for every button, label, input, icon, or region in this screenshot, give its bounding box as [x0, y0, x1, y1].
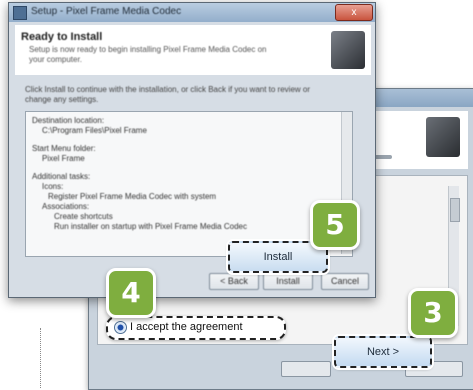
summary-text: Destination location: C:\Program Files\P… — [32, 116, 332, 232]
task-item: Register Pixel Frame Media Codec with sy… — [48, 192, 217, 201]
dest-value: C:\Program Files\Pixel Frame — [42, 126, 147, 135]
next-button[interactable]: Next > — [334, 336, 432, 368]
app-icon — [13, 6, 27, 20]
task-item: Run installer on startup with Pixel Fram… — [54, 222, 247, 231]
page-subtitle: Setup is now ready to begin installing P… — [29, 45, 267, 64]
close-button[interactable]: x — [335, 4, 373, 21]
radio-selected-icon[interactable] — [114, 321, 127, 334]
back-button[interactable]: < Back — [209, 273, 259, 290]
installer-box-icon — [331, 31, 365, 69]
step-4-badge: 4 — [106, 268, 156, 318]
dest-heading: Destination location: — [32, 116, 105, 125]
dotted-guide-line — [40, 328, 41, 388]
group-heading: Start Menu folder: — [32, 144, 96, 153]
license-scroll-thumb[interactable] — [450, 198, 460, 222]
intro-text: Click Install to continue with the insta… — [25, 85, 311, 104]
installer-box-icon — [426, 117, 460, 157]
cancel-button[interactable]: Cancel — [321, 273, 369, 290]
accept-agreement-option[interactable]: I accept the agreement — [106, 316, 286, 340]
settings-summary-box[interactable]: Destination location: C:\Program Files\P… — [25, 111, 353, 257]
page-title: Ready to Install — [21, 31, 103, 43]
install-button-small[interactable]: Install — [263, 273, 313, 290]
group-value: Pixel Frame — [42, 154, 85, 163]
task-item: Create shortcuts — [54, 212, 113, 221]
tasks-sub: Icons: — [42, 182, 64, 191]
window-titlebar: Setup - Pixel Frame Media Codec x — [9, 3, 375, 22]
tasks-sub: Associations: — [42, 202, 90, 211]
window-title: Setup - Pixel Frame Media Codec — [31, 6, 182, 17]
back-back-button[interactable] — [281, 361, 331, 377]
accept-agreement-label: I accept the agreement — [130, 321, 243, 333]
step-5-badge: 5 — [310, 200, 360, 250]
wizard-header: Ready to Install Setup is now ready to b… — [15, 25, 371, 75]
step-3-badge: 3 — [408, 288, 458, 338]
tasks-heading: Additional tasks: — [32, 172, 91, 181]
